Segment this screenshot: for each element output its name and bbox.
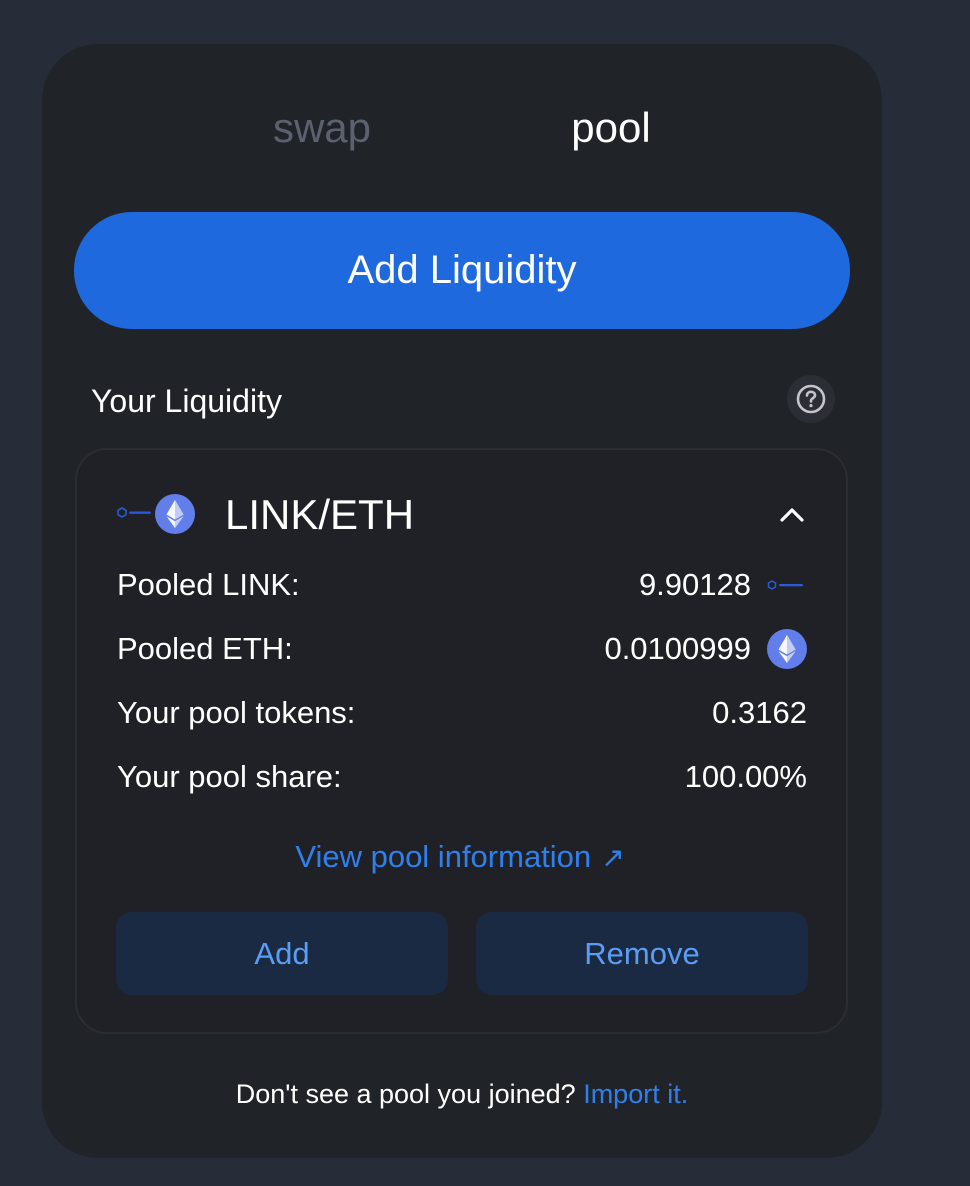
your-liquidity-heading: Your Liquidity (91, 383, 282, 419)
tab-bar: swap pool (0, 98, 970, 158)
pooled-eth-value: 0.0100999 (604, 631, 751, 666)
pooled-link-value: 9.90128 (638, 567, 751, 602)
add-button[interactable]: Add (116, 912, 448, 995)
import-pool-link[interactable]: Import it. (583, 1079, 688, 1109)
ethereum-logo-icon (767, 629, 807, 669)
pool-share-value: 100.00% (684, 759, 807, 794)
chainlink-logo-icon (117, 503, 155, 525)
pool-share-label: Your pool share: (117, 759, 342, 794)
view-pool-information-label: View pool information (295, 839, 592, 874)
import-pool-footer: Don't see a pool you joined? Import it. (0, 1073, 924, 1115)
arrow-up-right-icon: ↗ (601, 842, 625, 873)
remove-button[interactable]: Remove (476, 912, 808, 995)
add-liquidity-button[interactable]: Add Liquidity (74, 212, 850, 329)
pool-share-row: Your pool share: 100.00% (117, 754, 807, 800)
ethereum-logo-icon (155, 494, 195, 534)
question-circle-icon[interactable] (787, 375, 835, 423)
chevron-up-icon[interactable] (777, 500, 807, 530)
pooled-eth-row: Pooled ETH: 0.0100999 (117, 626, 807, 672)
chainlink-logo-icon (767, 578, 805, 594)
tab-swap[interactable]: swap (273, 98, 371, 158)
pool-tokens-label: Your pool tokens: (117, 695, 356, 730)
view-pool-information-link[interactable]: View pool information ↗ (0, 834, 920, 881)
pooled-link-label: Pooled LINK: (117, 567, 300, 602)
pool-tokens-row: Your pool tokens: 0.3162 (117, 690, 807, 736)
pooled-eth-label: Pooled ETH: (117, 631, 293, 666)
tab-pool[interactable]: pool (571, 98, 650, 158)
pool-tokens-value: 0.3162 (712, 695, 807, 730)
pooled-link-row: Pooled LINK: 9.90128 (117, 562, 807, 608)
position-header[interactable]: LINK/ETH (117, 488, 807, 542)
pair-name: LINK/ETH (225, 491, 415, 538)
footer-text: Don't see a pool you joined? (235, 1079, 576, 1109)
